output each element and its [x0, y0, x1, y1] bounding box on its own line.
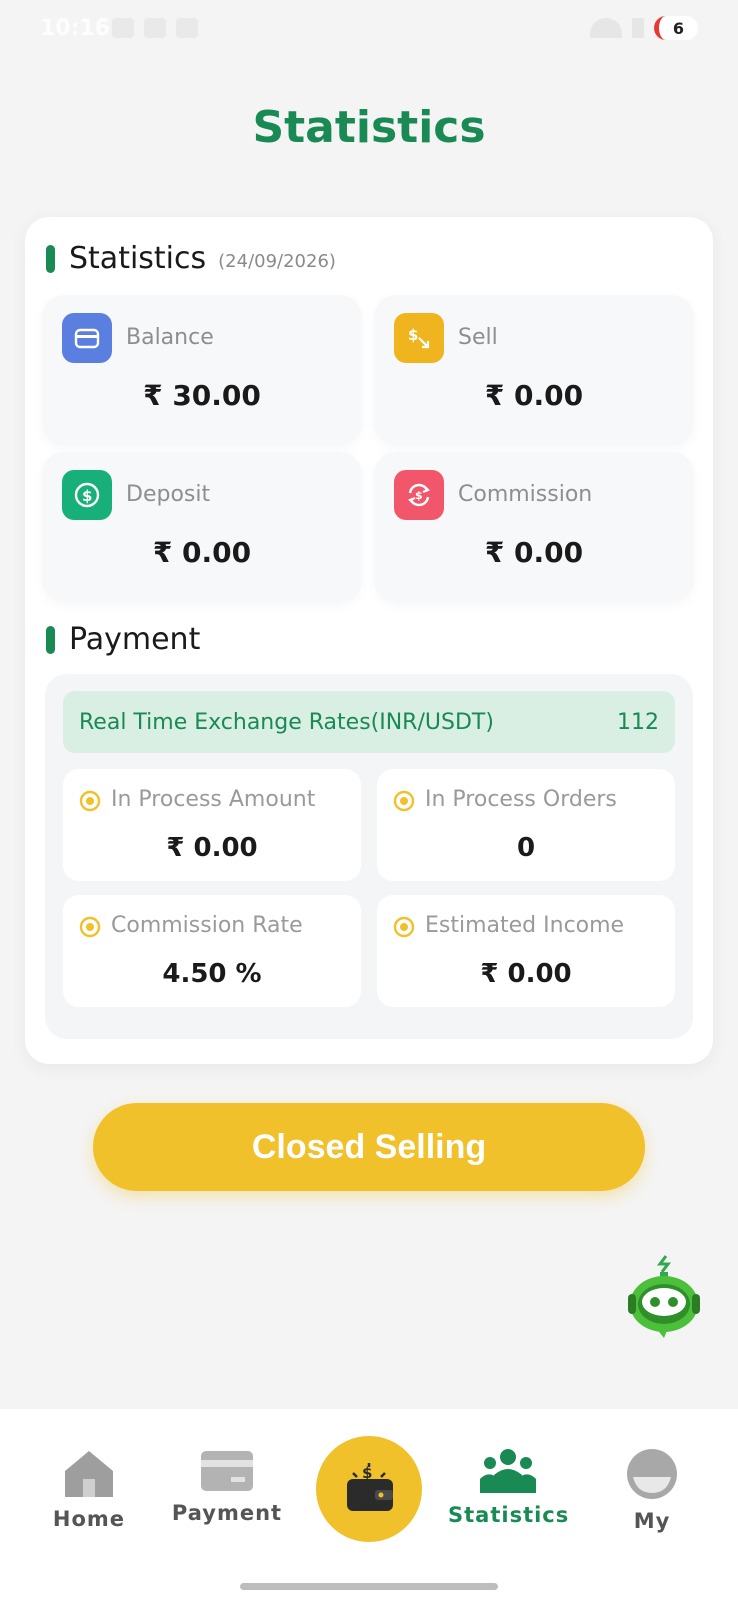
deposit-value: ₹ 0.00 — [152, 536, 252, 569]
clock-icon — [79, 790, 101, 812]
commission-value: ₹ 0.00 — [484, 536, 584, 569]
exchange-icon: $ — [394, 470, 444, 520]
estimated-income-label: Estimated Income — [425, 913, 625, 938]
status-right: 6 — [590, 16, 698, 40]
payment-panel: Real Time Exchange Rates(INR/USDT) 112 I… — [45, 674, 693, 1039]
commission-rate-label: Commission Rate — [111, 913, 303, 938]
closed-selling-button[interactable]: Closed Selling — [93, 1103, 645, 1191]
nav-wallet-button[interactable]: $ — [316, 1436, 422, 1542]
deposit-tile[interactable]: $ Deposit ₹ 0.00 — [42, 452, 362, 602]
in-process-orders-label: In Process Orders — [425, 787, 617, 812]
nav-my[interactable]: My — [592, 1447, 712, 1533]
in-process-orders-value: 0 — [516, 833, 536, 863]
section-accent-bar — [46, 244, 55, 273]
exchange-rate-bar: Real Time Exchange Rates(INR/USDT) 112 — [63, 691, 675, 753]
balance-value: ₹ 30.00 — [143, 379, 261, 412]
payment-header: Payment — [46, 622, 200, 657]
dollar-coin-icon: $ — [62, 470, 112, 520]
estimated-income-value: ₹ 0.00 — [480, 959, 572, 989]
wallet-icon — [62, 313, 112, 363]
in-process-amount-value: ₹ 0.00 — [166, 833, 258, 863]
statistics-card: Statistics (24/09/2026) Balance ₹ 30.00 … — [25, 217, 713, 1064]
in-process-amount-label: In Process Amount — [111, 787, 316, 812]
sell-icon: $ — [394, 313, 444, 363]
nav-home[interactable]: Home — [29, 1447, 149, 1531]
payment-title: Payment — [69, 622, 201, 657]
exchange-rate-label: Real Time Exchange Rates(INR/USDT) — [79, 709, 494, 735]
commission-tile[interactable]: $ Commission ₹ 0.00 — [374, 452, 694, 602]
commission-label: Commission — [458, 482, 593, 507]
home-icon — [65, 1451, 113, 1497]
nav-statistics-label: Statistics — [448, 1503, 570, 1527]
deposit-label: Deposit — [126, 482, 211, 507]
bottom-nav: Home Payment $ Statistics My — [0, 1409, 738, 1599]
commission-rate-value: 4.50 % — [162, 959, 262, 989]
estimated-income-tile: Estimated Income ₹ 0.00 — [377, 895, 675, 1007]
status-bar: 10:16 6 — [0, 0, 738, 58]
wifi-icon — [590, 18, 622, 38]
clock-icon — [393, 790, 415, 812]
svg-text:$: $ — [82, 487, 92, 505]
status-notification-icons — [112, 18, 198, 38]
support-robot-icon[interactable] — [626, 1254, 702, 1340]
status-time: 10:16 — [40, 16, 111, 41]
notification-icon — [144, 18, 166, 38]
nav-payment[interactable]: Payment — [167, 1449, 287, 1525]
nav-payment-label: Payment — [171, 1501, 283, 1525]
statistics-header: Statistics (24/09/2026) — [46, 241, 336, 276]
statistics-date: (24/09/2026) — [218, 251, 336, 272]
balance-tile[interactable]: Balance ₹ 30.00 — [42, 295, 362, 445]
nav-home-label: Home — [52, 1507, 126, 1531]
signal-icon — [632, 18, 644, 38]
sell-tile[interactable]: $ Sell ₹ 0.00 — [374, 295, 694, 445]
sell-value: ₹ 0.00 — [484, 379, 584, 412]
balance-label: Balance — [126, 325, 214, 350]
in-process-orders-tile: In Process Orders 0 — [377, 769, 675, 881]
section-accent-bar — [46, 625, 55, 654]
in-process-amount-tile: In Process Amount ₹ 0.00 — [63, 769, 361, 881]
clock-icon — [393, 916, 415, 938]
users-icon — [480, 1449, 536, 1493]
statistics-title: Statistics — [69, 241, 207, 276]
exchange-rate-value: 112 — [617, 709, 659, 735]
svg-text:$: $ — [408, 326, 418, 344]
wallet-money-icon: $ — [347, 1463, 393, 1511]
profile-icon — [627, 1449, 677, 1499]
notification-icon — [112, 18, 134, 38]
svg-text:$: $ — [415, 489, 423, 502]
sell-label: Sell — [458, 325, 498, 350]
page-title: Statistics — [252, 102, 486, 153]
battery-indicator: 6 — [654, 16, 698, 40]
svg-text:$: $ — [362, 1464, 372, 1482]
commission-rate-tile: Commission Rate 4.50 % — [63, 895, 361, 1007]
card-icon — [201, 1451, 253, 1491]
nav-statistics[interactable]: Statistics — [448, 1447, 568, 1527]
home-indicator — [240, 1583, 498, 1590]
nav-my-label: My — [633, 1509, 671, 1533]
clock-icon — [79, 916, 101, 938]
telegram-icon — [176, 18, 198, 38]
